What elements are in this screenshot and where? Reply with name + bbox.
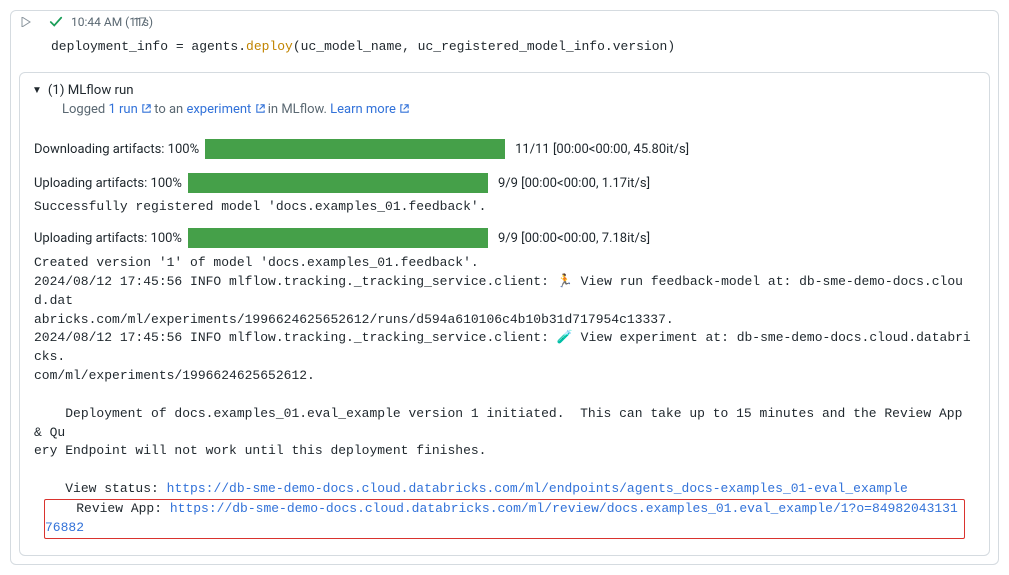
cell-number: 17 [133,15,147,29]
output-panel: ▼ (1) MLflow run Logged 1 run to an expe… [19,72,990,556]
cell-header: 10:44 AM (11s) 17 [11,11,998,33]
progress-bar [205,139,505,159]
review-app-highlight: Review App: https://db-sme-demo-docs.clo… [44,499,965,539]
progress-label: Uploading artifacts: 100% [34,231,182,246]
notebook-cell: 10:44 AM (11s) 17 deployment_info = agen… [10,10,999,565]
progress-stats: 9/9 [00:00<00:00, 1.17it/s] [498,176,650,191]
progress-row-upload-1: Uploading artifacts: 100% 9/9 [00:00<00:… [20,171,989,195]
mlflow-logged-text: Logged 1 run to an experiment in MLflow.… [32,98,977,125]
success-icon [49,15,63,29]
external-link-icon [255,102,265,112]
progress-stats: 9/9 [00:00<00:00, 7.18it/s] [498,231,650,246]
code-line[interactable]: deployment_info = agents.deploy(uc_model… [11,33,998,68]
learn-more-link[interactable]: Learn more [330,102,409,117]
progress-row-upload-2: Uploading artifacts: 100% 9/9 [00:00<00:… [20,218,989,250]
mlflow-collapse-toggle[interactable]: ▼ (1) MLflow run [32,83,977,98]
progress-stats: 11/11 [00:00<00:00, 45.80it/s] [515,142,689,157]
log-output: Created version '1' of model 'docs.examp… [20,250,989,555]
chevron-down-icon: ▼ [32,85,42,96]
external-link-icon [399,102,409,112]
progress-label: Downloading artifacts: 100% [34,142,199,157]
review-app-url-link[interactable]: https://db-sme-demo-docs.cloud.databrick… [45,501,958,535]
progress-bar [188,228,488,248]
mlflow-run-link[interactable]: 1 run [108,102,151,117]
mlflow-run-title: (1) MLflow run [48,83,134,98]
output-text: Successfully registered model 'docs.exam… [20,195,989,218]
progress-row-download: Downloading artifacts: 100% 11/11 [00:00… [20,129,989,161]
progress-label: Uploading artifacts: 100% [34,176,182,191]
progress-bar [188,173,488,193]
run-button[interactable] [21,17,31,27]
status-url-link[interactable]: https://db-sme-demo-docs.cloud.databrick… [167,481,908,496]
mlflow-experiment-link[interactable]: experiment [186,102,264,117]
external-link-icon [141,102,151,112]
